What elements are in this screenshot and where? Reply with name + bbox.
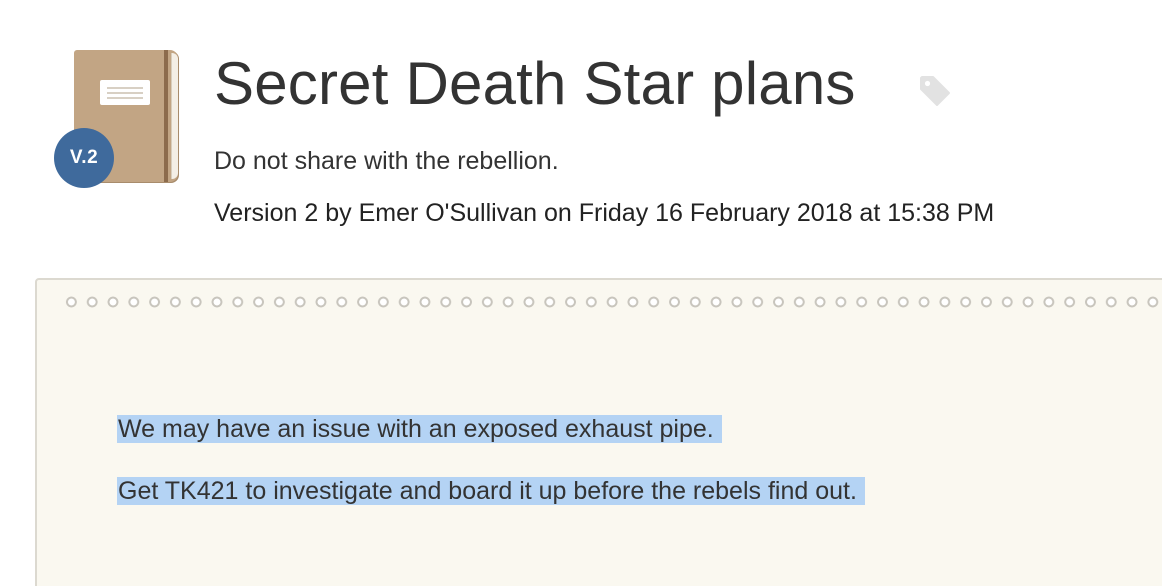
- note-page: V.2 Secret Death Star plans Do not share…: [0, 0, 1162, 586]
- version-meta: Version 2 by Emer O'Sullivan on Friday 1…: [214, 199, 994, 228]
- version-link[interactable]: Version 2: [214, 199, 318, 227]
- note-line: We may have an issue with an exposed exh…: [117, 413, 865, 445]
- note-body[interactable]: We may have an issue with an exposed exh…: [117, 388, 865, 537]
- note-title: Secret Death Star plans: [214, 50, 856, 117]
- note-description: Do not share with the rebellion.: [214, 147, 559, 175]
- meta-by: by: [325, 199, 352, 227]
- notebook-label: [100, 80, 150, 105]
- selected-text: We may have an issue with an exposed exh…: [117, 415, 722, 443]
- selected-text: Get TK421 to investigate and board it up…: [117, 477, 865, 505]
- author-name: Emer O'Sullivan: [358, 199, 538, 227]
- meta-on: on: [543, 199, 572, 227]
- notebook-elastic-band: [164, 50, 168, 182]
- tag-icon[interactable]: [918, 74, 952, 108]
- notebook-pages-edge: [171, 53, 178, 179]
- version-badge: V.2: [54, 128, 114, 188]
- notebook-binding-holes: [61, 294, 1161, 310]
- version-date: Friday 16 February 2018 at 15:38 PM: [578, 199, 995, 227]
- note-line: Get TK421 to investigate and board it up…: [117, 475, 865, 507]
- notebook-icon: V.2: [52, 48, 182, 193]
- note-paper[interactable]: We may have an issue with an exposed exh…: [35, 278, 1162, 586]
